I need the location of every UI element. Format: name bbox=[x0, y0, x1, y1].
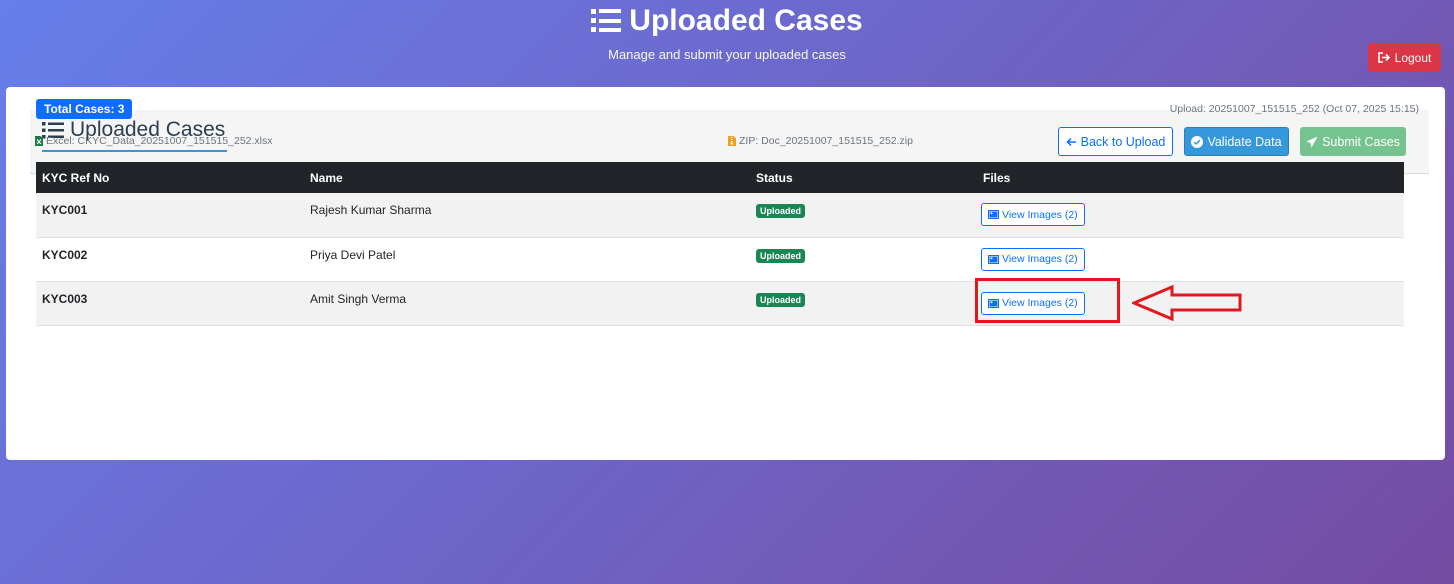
logout-label: Logout bbox=[1394, 50, 1432, 65]
view-images-button[interactable]: View Images (2) bbox=[981, 247, 1085, 271]
back-to-upload-label: Back to Upload bbox=[1080, 134, 1166, 149]
check-circle-icon bbox=[1191, 135, 1204, 148]
status-cell: Uploaded bbox=[750, 237, 977, 281]
zip-file-info: ZIP: Doc_20251007_151515_252.zip bbox=[728, 135, 913, 147]
column-header-kyc-ref[interactable]: KYC Ref No bbox=[36, 162, 304, 193]
column-header-files[interactable]: Files bbox=[977, 162, 1404, 193]
name-cell: Rajesh Kumar Sharma bbox=[310, 203, 432, 217]
name-cell: Priya Devi Patel bbox=[310, 247, 396, 262]
files-cell: View Images (2) bbox=[977, 193, 1404, 237]
validate-data-button[interactable]: Validate Data bbox=[1184, 127, 1289, 156]
paper-plane-icon bbox=[1306, 136, 1318, 147]
zip-file-icon bbox=[728, 136, 736, 146]
logout-button[interactable]: Logout bbox=[1368, 43, 1441, 72]
table-header-row: KYC Ref No Name Status Files bbox=[36, 162, 1404, 193]
arrow-left-icon bbox=[1066, 137, 1076, 146]
column-header-status[interactable]: Status bbox=[750, 162, 977, 193]
image-icon bbox=[988, 210, 999, 219]
status-cell: Uploaded bbox=[750, 193, 977, 237]
view-images-button[interactable]: View Images (2) bbox=[981, 291, 1085, 315]
status-cell: Uploaded bbox=[750, 281, 977, 325]
zip-file-name: ZIP: Doc_20251007_151515_252.zip bbox=[739, 135, 913, 147]
back-to-upload-button[interactable]: Back to Upload bbox=[1058, 127, 1173, 156]
excel-file-info: Excel: CKYC_Data_20251007_151515_252.xls… bbox=[35, 135, 273, 147]
view-images-label: View Images (2) bbox=[1002, 253, 1078, 265]
table-row: KYC002 Priya Devi Patel Uploaded View Im… bbox=[36, 237, 1404, 281]
kyc-ref-cell: KYC001 bbox=[42, 203, 88, 217]
image-icon bbox=[988, 298, 999, 308]
submit-cases-button[interactable]: Submit Cases bbox=[1300, 127, 1406, 156]
files-cell: View Images (2) bbox=[977, 237, 1404, 281]
excel-file-name: Excel: CKYC_Data_20251007_151515_252.xls… bbox=[46, 135, 273, 147]
view-images-label: View Images (2) bbox=[1002, 208, 1078, 221]
name-cell: Amit Singh Verma bbox=[310, 291, 407, 306]
annotation-arrow-icon bbox=[1132, 284, 1242, 322]
status-badge: Uploaded bbox=[756, 292, 806, 307]
validate-data-label: Validate Data bbox=[1207, 134, 1282, 149]
status-badge: Uploaded bbox=[756, 248, 806, 263]
table-row: KYC001 Rajesh Kumar Sharma Uploaded View… bbox=[36, 193, 1404, 237]
total-cases-badge: Total Cases: 3 bbox=[36, 99, 133, 119]
list-icon bbox=[591, 9, 622, 32]
page-title-text: Uploaded Cases bbox=[629, 4, 863, 37]
sign-out-icon bbox=[1377, 52, 1390, 63]
status-badge: Uploaded bbox=[756, 204, 806, 218]
column-header-name[interactable]: Name bbox=[304, 162, 750, 193]
view-images-button[interactable]: View Images (2) bbox=[981, 203, 1085, 226]
excel-file-icon bbox=[35, 136, 43, 146]
image-icon bbox=[988, 254, 999, 264]
page-subtitle: Manage and submit your uploaded cases bbox=[608, 47, 846, 62]
kyc-ref-cell: KYC003 bbox=[42, 291, 88, 306]
view-images-label: View Images (2) bbox=[1002, 297, 1078, 309]
page-header: Uploaded Cases Manage and submit your up… bbox=[0, 0, 1454, 86]
submit-cases-label: Submit Cases bbox=[1322, 134, 1400, 149]
upload-info: Upload: 20251007_151515_252 (Oct 07, 202… bbox=[1169, 103, 1419, 115]
kyc-ref-cell: KYC002 bbox=[42, 247, 88, 262]
page-title: Uploaded Cases bbox=[0, 4, 1454, 38]
